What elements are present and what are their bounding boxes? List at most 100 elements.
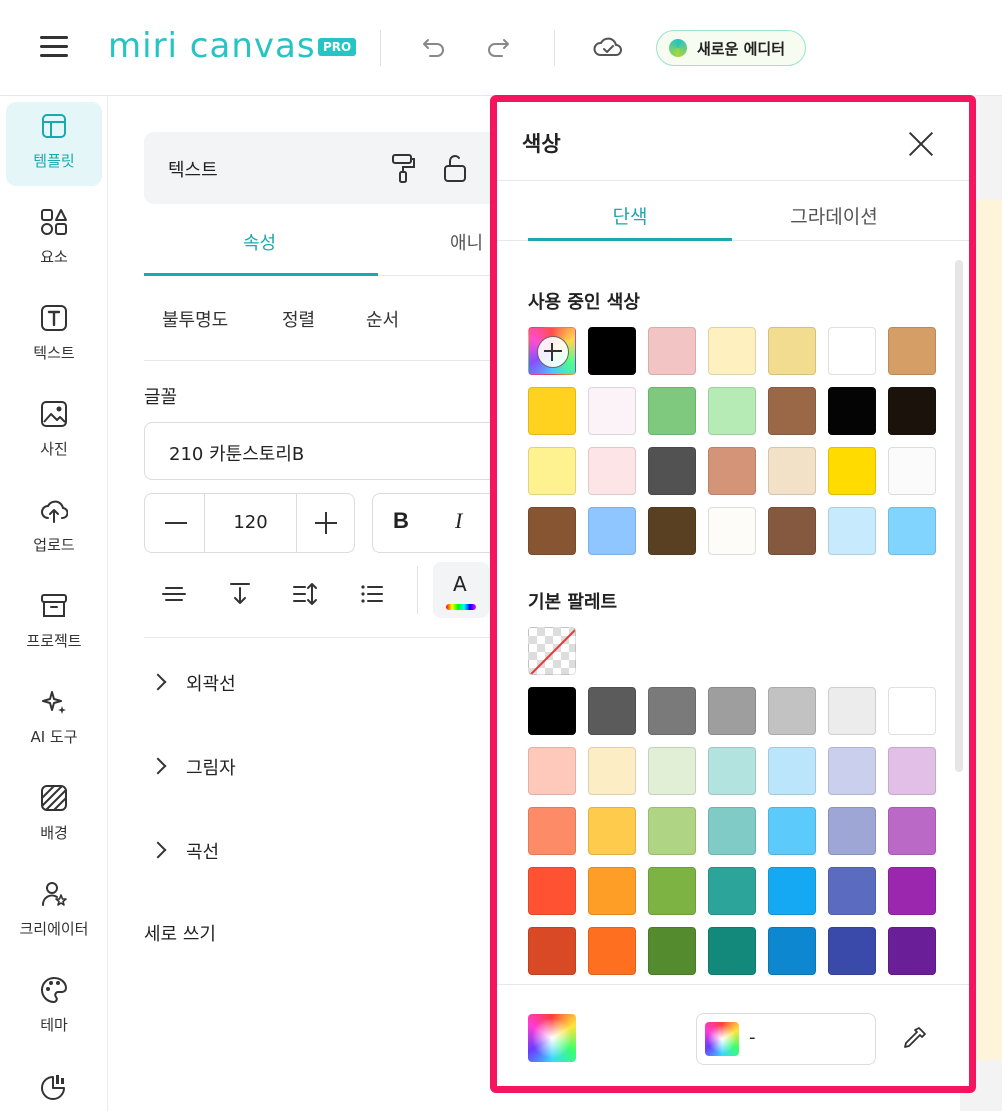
color-swatch[interactable] <box>588 507 636 555</box>
align-button[interactable]: 정렬 <box>282 306 315 332</box>
tab-properties[interactable]: 속성 <box>243 229 276 255</box>
color-swatch[interactable] <box>648 387 696 435</box>
redo-icon[interactable] <box>480 30 516 66</box>
palette-swatch[interactable] <box>708 747 756 795</box>
palette-swatch[interactable] <box>768 807 816 855</box>
palette-swatch[interactable] <box>588 687 636 735</box>
color-swatch[interactable] <box>648 447 696 495</box>
palette-swatch[interactable] <box>648 867 696 915</box>
color-swatch[interactable] <box>528 507 576 555</box>
rail-item-upload[interactable]: 업로드 <box>6 486 102 570</box>
palette-swatch[interactable] <box>708 807 756 855</box>
rail-item-elements[interactable]: 요소 <box>6 198 102 282</box>
paint-roller-icon[interactable] <box>388 152 418 184</box>
color-swatch[interactable] <box>888 327 936 375</box>
color-swatch[interactable] <box>708 327 756 375</box>
color-swatch[interactable] <box>768 507 816 555</box>
color-swatch[interactable] <box>648 507 696 555</box>
palette-swatch[interactable] <box>648 927 696 975</box>
palette-swatch[interactable] <box>888 807 936 855</box>
color-swatch[interactable] <box>888 507 936 555</box>
menu-icon[interactable] <box>40 36 68 58</box>
new-editor-button[interactable]: 새로운 에디터 <box>656 30 806 66</box>
color-swatch[interactable] <box>768 447 816 495</box>
palette-swatch[interactable] <box>708 687 756 735</box>
cloud-saved-icon[interactable] <box>590 30 626 66</box>
palette-swatch[interactable] <box>528 687 576 735</box>
palette-swatch[interactable] <box>768 747 816 795</box>
palette-swatch[interactable] <box>708 927 756 975</box>
palette-swatch[interactable] <box>528 867 576 915</box>
rail-item-ai-tools[interactable]: AI 도구 <box>6 678 102 762</box>
undo-icon[interactable] <box>416 30 452 66</box>
color-swatch[interactable] <box>708 447 756 495</box>
palette-swatch[interactable] <box>588 807 636 855</box>
palette-swatch[interactable] <box>528 807 576 855</box>
palette-swatch[interactable] <box>708 867 756 915</box>
tab-animation[interactable]: 애니 <box>450 229 483 255</box>
opacity-button[interactable]: 불투명도 <box>162 306 228 332</box>
palette-swatch[interactable] <box>648 687 696 735</box>
rail-item-text[interactable]: 텍스트 <box>6 294 102 378</box>
minus-icon[interactable] <box>165 522 187 524</box>
unlock-icon[interactable] <box>440 152 470 184</box>
palette-swatch[interactable] <box>828 687 876 735</box>
palette-swatch[interactable] <box>828 807 876 855</box>
eyedropper-icon[interactable] <box>900 1023 930 1053</box>
tab-solid[interactable]: 단색 <box>528 202 732 229</box>
palette-swatch[interactable] <box>888 747 936 795</box>
color-swatch[interactable] <box>588 387 636 435</box>
color-swatch[interactable] <box>528 447 576 495</box>
palette-swatch[interactable] <box>888 687 936 735</box>
color-swatch[interactable] <box>588 327 636 375</box>
vertical-align-icon[interactable] <box>226 580 254 608</box>
color-swatch[interactable] <box>528 387 576 435</box>
palette-swatch[interactable] <box>588 927 636 975</box>
rail-item-photo[interactable]: 사진 <box>6 390 102 474</box>
italic-button[interactable]: I <box>455 508 462 534</box>
tab-gradient[interactable]: 그라데이션 <box>732 202 936 229</box>
text-color-button[interactable]: A <box>433 562 489 618</box>
app-logo[interactable]: miri canvas <box>108 26 316 66</box>
palette-swatch[interactable] <box>588 867 636 915</box>
add-color-button[interactable] <box>528 327 576 375</box>
letter-spacing-icon[interactable] <box>160 580 188 608</box>
color-spectrum-picker[interactable] <box>528 1014 576 1062</box>
palette-swatch[interactable] <box>828 867 876 915</box>
color-swatch[interactable] <box>888 387 936 435</box>
rail-item-creator[interactable]: 크리에이터 <box>6 870 102 954</box>
close-icon[interactable] <box>907 130 935 158</box>
color-swatch[interactable] <box>828 327 876 375</box>
color-swatch[interactable] <box>828 447 876 495</box>
list-icon[interactable] <box>358 580 386 608</box>
palette-swatch[interactable] <box>528 747 576 795</box>
color-swatch[interactable] <box>828 507 876 555</box>
color-swatch[interactable] <box>768 387 816 435</box>
transparent-swatch[interactable] <box>528 627 576 675</box>
palette-swatch[interactable] <box>648 807 696 855</box>
palette-swatch[interactable] <box>768 867 816 915</box>
palette-swatch[interactable] <box>768 927 816 975</box>
palette-swatch[interactable] <box>588 747 636 795</box>
order-button[interactable]: 순서 <box>366 306 399 332</box>
font-size-input[interactable]: 120 <box>205 512 296 533</box>
scrollbar[interactable] <box>955 260 963 772</box>
color-swatch[interactable] <box>888 447 936 495</box>
palette-swatch[interactable] <box>768 687 816 735</box>
line-height-icon[interactable] <box>292 580 320 608</box>
palette-swatch[interactable] <box>888 867 936 915</box>
bold-button[interactable]: B <box>393 508 409 534</box>
rail-item-background[interactable]: 배경 <box>6 774 102 858</box>
palette-swatch[interactable] <box>888 927 936 975</box>
hex-input[interactable]: - <box>696 1013 876 1065</box>
rail-item-project[interactable]: 프로젝트 <box>6 582 102 666</box>
rail-item-theme[interactable]: 테마 <box>6 966 102 1050</box>
palette-swatch[interactable] <box>828 747 876 795</box>
color-swatch[interactable] <box>588 447 636 495</box>
rail-item-chart[interactable] <box>6 1062 102 1111</box>
palette-swatch[interactable] <box>528 927 576 975</box>
color-swatch[interactable] <box>768 327 816 375</box>
palette-swatch[interactable] <box>648 747 696 795</box>
color-swatch[interactable] <box>708 507 756 555</box>
color-swatch[interactable] <box>708 387 756 435</box>
